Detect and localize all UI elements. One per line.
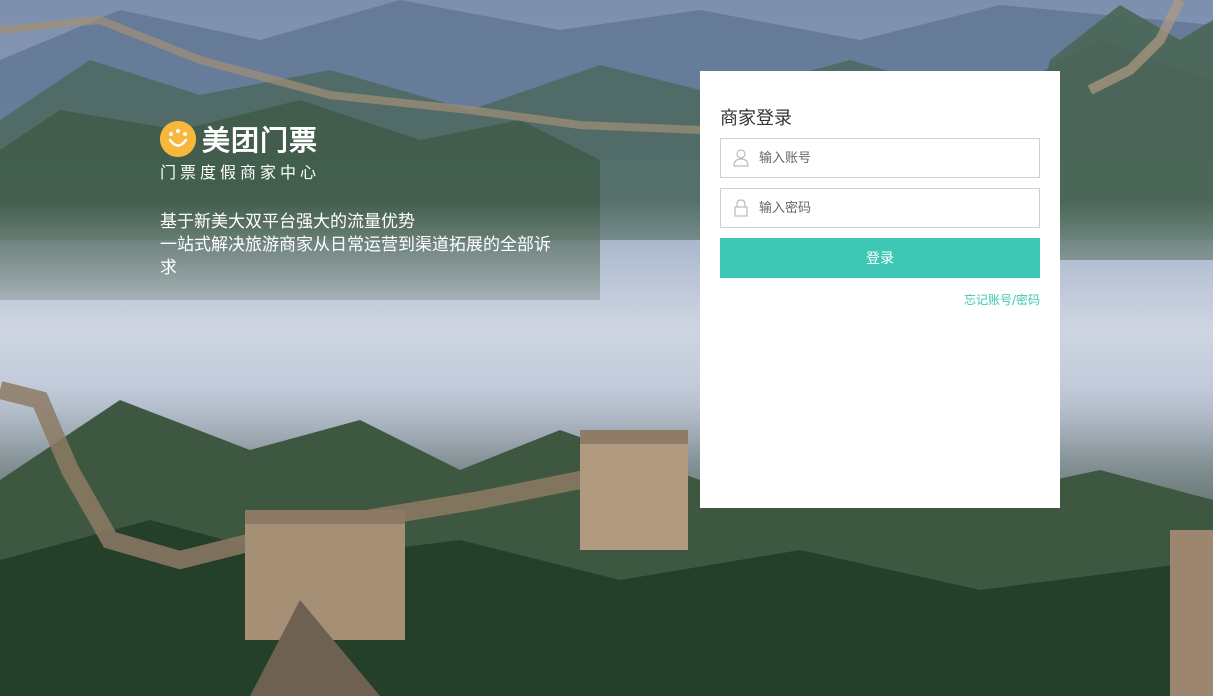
account-input[interactable]: [757, 149, 1031, 167]
login-panel: 商家登录 登录 忘记账号/密码: [700, 71, 1060, 508]
login-title: 商家登录: [720, 108, 792, 129]
password-input[interactable]: [757, 199, 1031, 217]
logo-text: 美团门票: [202, 124, 319, 157]
account-field[interactable]: [720, 138, 1040, 178]
logo: 美团门票: [160, 121, 320, 157]
brand-block: 美团门票 门票度假商家中心: [160, 121, 320, 183]
slogan: 基于新美大双平台强大的流量优势 一站式解决旅游商家从日常运营到渠道拓展的全部诉求: [160, 211, 560, 280]
logo-icon: [160, 121, 196, 157]
slogan-line-1: 基于新美大双平台强大的流量优势: [160, 212, 415, 232]
password-field[interactable]: [720, 188, 1040, 228]
brand-subtitle: 门票度假商家中心: [160, 163, 321, 182]
login-button[interactable]: 登录: [720, 238, 1040, 278]
forgot-link[interactable]: 忘记账号/密码: [964, 291, 1040, 308]
user-icon: [733, 149, 749, 167]
lock-icon: [734, 199, 748, 217]
slogan-line-2: 一站式解决旅游商家从日常运营到渠道拓展的全部诉求: [160, 235, 551, 278]
